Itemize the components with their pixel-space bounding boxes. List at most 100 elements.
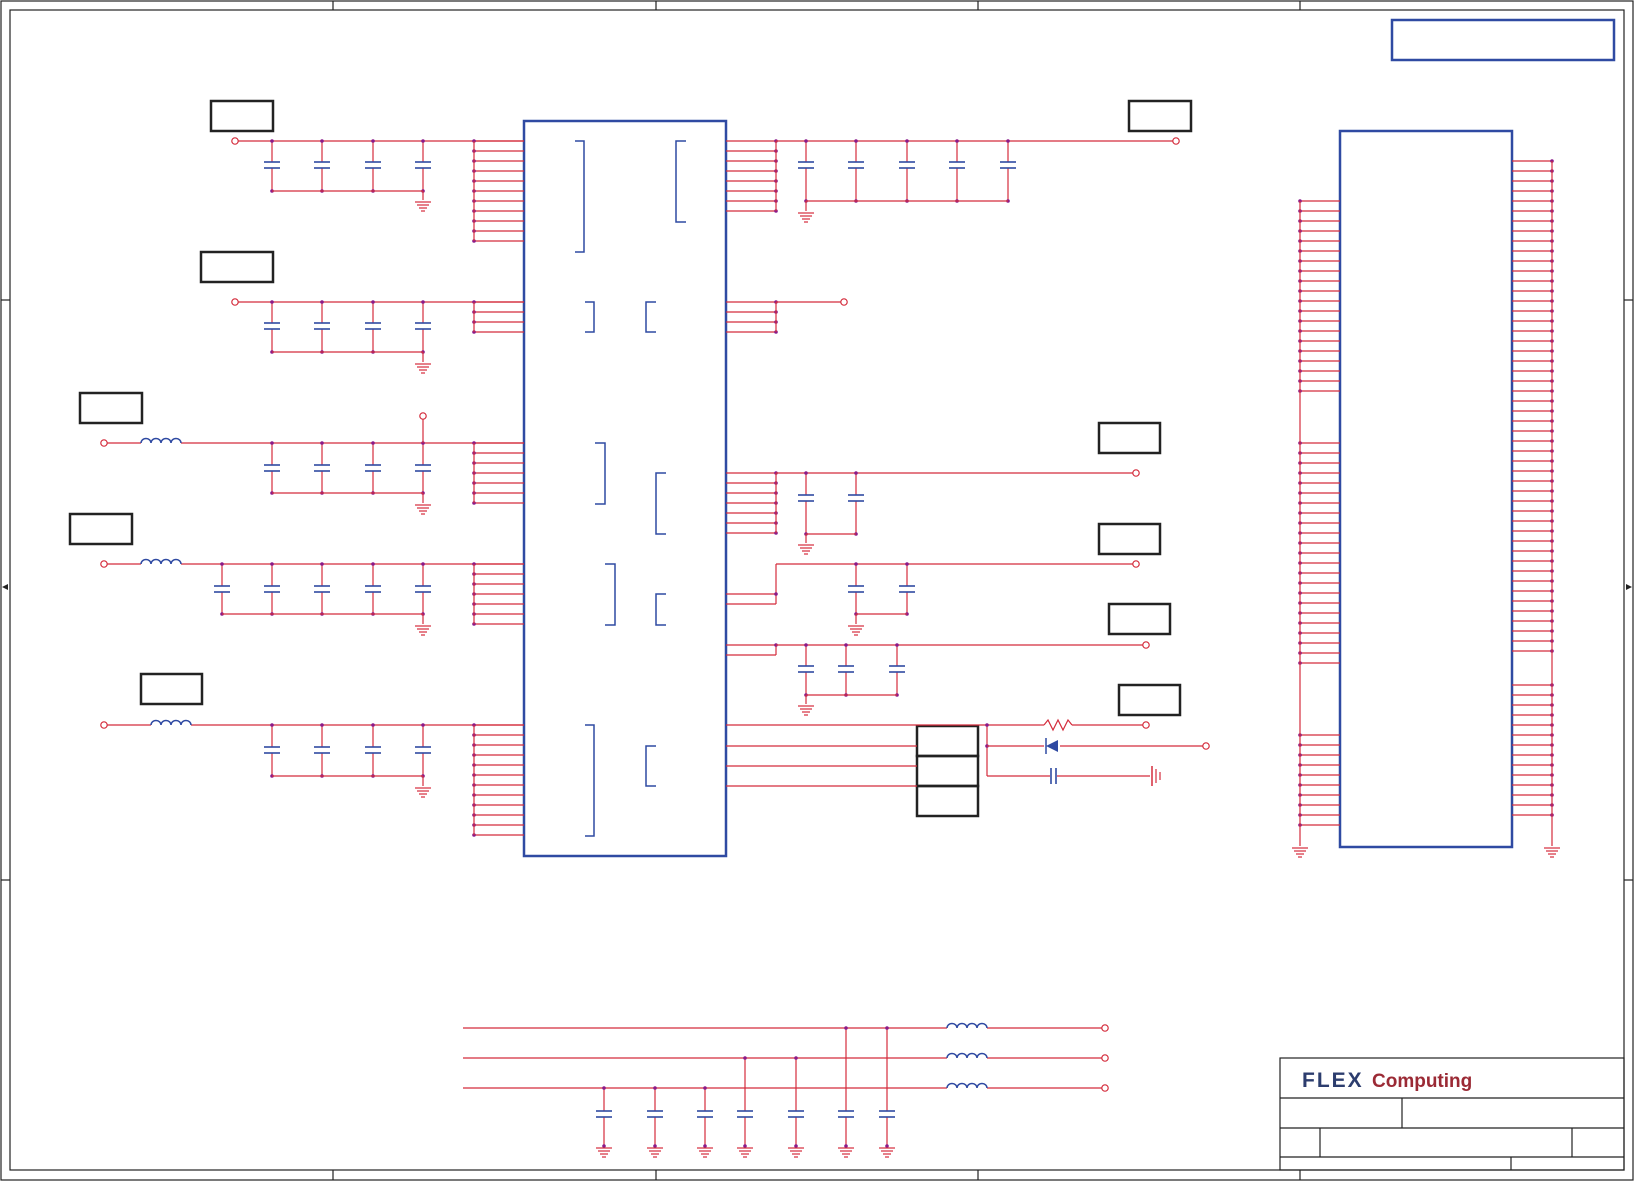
net-junction [804,471,808,475]
net-terminal [419,412,427,420]
net-junction [270,723,274,727]
net-junction [905,562,909,566]
net-junction [743,1056,747,1060]
net-junction [320,562,324,566]
net-junction [794,1144,798,1148]
inductor-coil [140,437,182,444]
sheet-frame [0,0,1634,1181]
main-ic [522,119,728,858]
net-label-vcc-b [199,250,275,284]
net-terminal [840,298,848,306]
net-junction [270,139,274,143]
net-junction [844,643,848,647]
net-junction [653,1144,657,1148]
ground-symbol [415,787,431,798]
net-label-boxes [68,99,1193,818]
net-junction [602,1086,606,1090]
ground-symbol [415,363,431,374]
net-junction [320,139,324,143]
net-junction [270,562,274,566]
ground-symbol [415,625,431,636]
net-terminal [1101,1024,1109,1032]
net-terminal [100,560,108,568]
net-terminal [1101,1054,1109,1062]
net-terminal [1202,742,1210,750]
wires [104,139,1554,1148]
resistor [1043,718,1073,732]
jumper-box-3 [915,784,980,818]
net-junction [955,139,959,143]
diode [1046,740,1058,752]
net-junction [421,300,425,304]
inductor-coil [150,719,192,726]
ground-symbol [1544,847,1560,858]
logo-flex-text: FLEX [1302,1069,1364,1092]
sheet-title-box [1390,18,1616,62]
net-junction [371,300,375,304]
net-label-vout-a [1127,99,1193,133]
net-junction [270,441,274,445]
net-label-vout-b [1097,421,1162,455]
net-junction [421,139,425,143]
schematic-sheet: FLEX Computing [0,0,1634,1181]
inductor-coil [946,1052,988,1059]
net-junction [985,723,989,727]
net-junction [371,562,375,566]
inductor-coil [140,558,182,565]
edge-arrow-right [1626,584,1632,590]
ground-symbol [1292,847,1308,858]
net-junction [320,300,324,304]
net-label-vcc-d [68,512,134,546]
ground-symbol [798,705,814,716]
net-label-vcc-e [139,672,204,706]
net-terminal [231,298,239,306]
ground-symbol [647,1147,663,1158]
net-label-vout-e [1117,683,1182,717]
net-junction [1006,139,1010,143]
ground-symbol [737,1147,753,1158]
net-junction [743,1144,747,1148]
net-junction [320,441,324,445]
net-junction [804,139,808,143]
net-junction [854,562,858,566]
net-junction [703,1086,707,1090]
ground-symbol [697,1147,713,1158]
net-terminal [100,439,108,447]
net-terminal [1101,1084,1109,1092]
net-label-vcc-c [78,391,144,425]
net-junction [371,441,375,445]
net-junction [844,1144,848,1148]
net-junction [885,1144,889,1148]
net-junction [895,643,899,647]
net-terminal [100,721,108,729]
net-junction [885,1026,889,1030]
jumper-box-2 [915,754,980,788]
ground-symbol [838,1147,854,1158]
ground-symbol [788,1147,804,1158]
net-terminal [1172,137,1180,145]
net-junction [320,723,324,727]
net-junction [371,139,375,143]
net-junction [421,723,425,727]
net-junction [905,139,909,143]
net-junction [804,643,808,647]
edge-arrow-left [2,584,8,590]
net-label-vout-c [1097,522,1162,556]
net-terminal [1142,641,1150,649]
net-junction [270,300,274,304]
logo-computing-text: Computing [1372,1071,1472,1092]
net-terminal [231,137,239,145]
net-junction [220,562,224,566]
ground-symbol [798,212,814,223]
ground-symbol [848,625,864,636]
net-junction [421,562,425,566]
net-junction [703,1144,707,1148]
net-terminal [1132,469,1140,477]
net-junction [653,1086,657,1090]
ground-symbol [879,1147,895,1158]
net-junction [371,723,375,727]
inductor-coil [946,1082,988,1089]
net-junction [854,471,858,475]
connector-block [1338,129,1514,849]
company-logo: FLEX Computing [1302,1069,1472,1092]
